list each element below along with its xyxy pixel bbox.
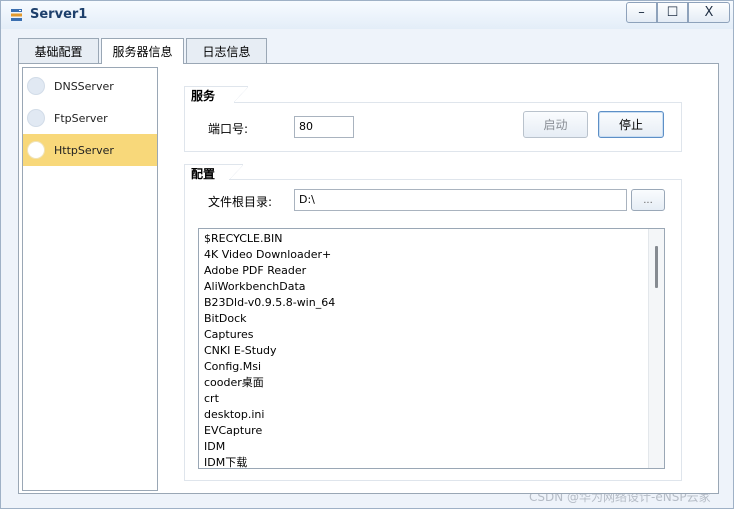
list-item[interactable]: CNKI E-Study	[204, 343, 277, 359]
scrollbar-thumb[interactable]	[655, 246, 658, 288]
server-type-list: DNSServer FtpServer HttpServer	[22, 67, 158, 491]
list-item[interactable]: IDM	[204, 439, 225, 455]
service-section-title: 服务	[184, 86, 234, 104]
tab-basic-config[interactable]: 基础配置	[18, 38, 99, 63]
list-item[interactable]: crt	[204, 391, 219, 407]
server-window: Server1 – ☐ X 基础配置 服务器信息 日志信息 DNSServer …	[0, 0, 734, 509]
list-item[interactable]: AliWorkbenchData	[204, 279, 306, 295]
sidebar-item-label: FtpServer	[54, 111, 108, 125]
list-item[interactable]: Adobe PDF Reader	[204, 263, 306, 279]
list-item[interactable]: BitDock	[204, 311, 247, 327]
port-input[interactable]: 80	[294, 116, 354, 138]
start-button[interactable]: 启动	[523, 111, 588, 138]
list-item[interactable]: desktop.ini	[204, 407, 264, 423]
root-dir-input[interactable]: D:\	[294, 189, 627, 211]
minimize-button[interactable]: –	[626, 2, 657, 23]
list-item[interactable]: $RECYCLE.BIN	[204, 231, 282, 247]
config-section-title: 配置	[184, 164, 229, 181]
circle-icon	[27, 141, 45, 159]
server-info-panel: DNSServer FtpServer HttpServer 服务 端口号: 8…	[18, 63, 719, 494]
list-item[interactable]: EVCapture	[204, 423, 262, 439]
close-button[interactable]: X	[688, 2, 730, 23]
root-dir-label: 文件根目录:	[208, 195, 273, 209]
maximize-button[interactable]: ☐	[657, 2, 688, 23]
circle-icon	[27, 77, 45, 95]
list-item[interactable]: cooder桌面	[204, 375, 264, 391]
group-tab-edge	[234, 86, 248, 102]
list-item[interactable]: 4K Video Downloader+	[204, 247, 331, 263]
server-app-icon	[11, 9, 22, 21]
tab-log-info[interactable]: 日志信息	[186, 38, 267, 63]
group-tab-edge	[229, 164, 243, 180]
sidebar-item-label: HttpServer	[54, 143, 114, 157]
sidebar-item-label: DNSServer	[54, 79, 114, 93]
browse-button[interactable]: ...	[631, 189, 665, 211]
file-list[interactable]: $RECYCLE.BIN 4K Video Downloader+ Adobe …	[198, 228, 665, 469]
sidebar-item-ftpserver[interactable]: FtpServer	[23, 102, 157, 134]
list-item[interactable]: IDM下载	[204, 455, 247, 468]
title-bar[interactable]: Server1 – ☐ X	[1, 1, 733, 29]
sidebar-item-dnsserver[interactable]: DNSServer	[23, 70, 157, 102]
circle-icon	[27, 109, 45, 127]
tab-server-info[interactable]: 服务器信息	[101, 38, 184, 64]
file-list-scrollbar[interactable]	[648, 229, 664, 468]
list-item[interactable]: Captures	[204, 327, 253, 343]
list-item[interactable]: B23Dld-v0.9.5.8-win_64	[204, 295, 335, 311]
port-label: 端口号:	[208, 122, 249, 136]
stop-button[interactable]: 停止	[598, 111, 664, 138]
sidebar-item-httpserver[interactable]: HttpServer	[23, 134, 157, 166]
window-title: Server1	[30, 7, 88, 22]
list-item[interactable]: Config.Msi	[204, 359, 261, 375]
